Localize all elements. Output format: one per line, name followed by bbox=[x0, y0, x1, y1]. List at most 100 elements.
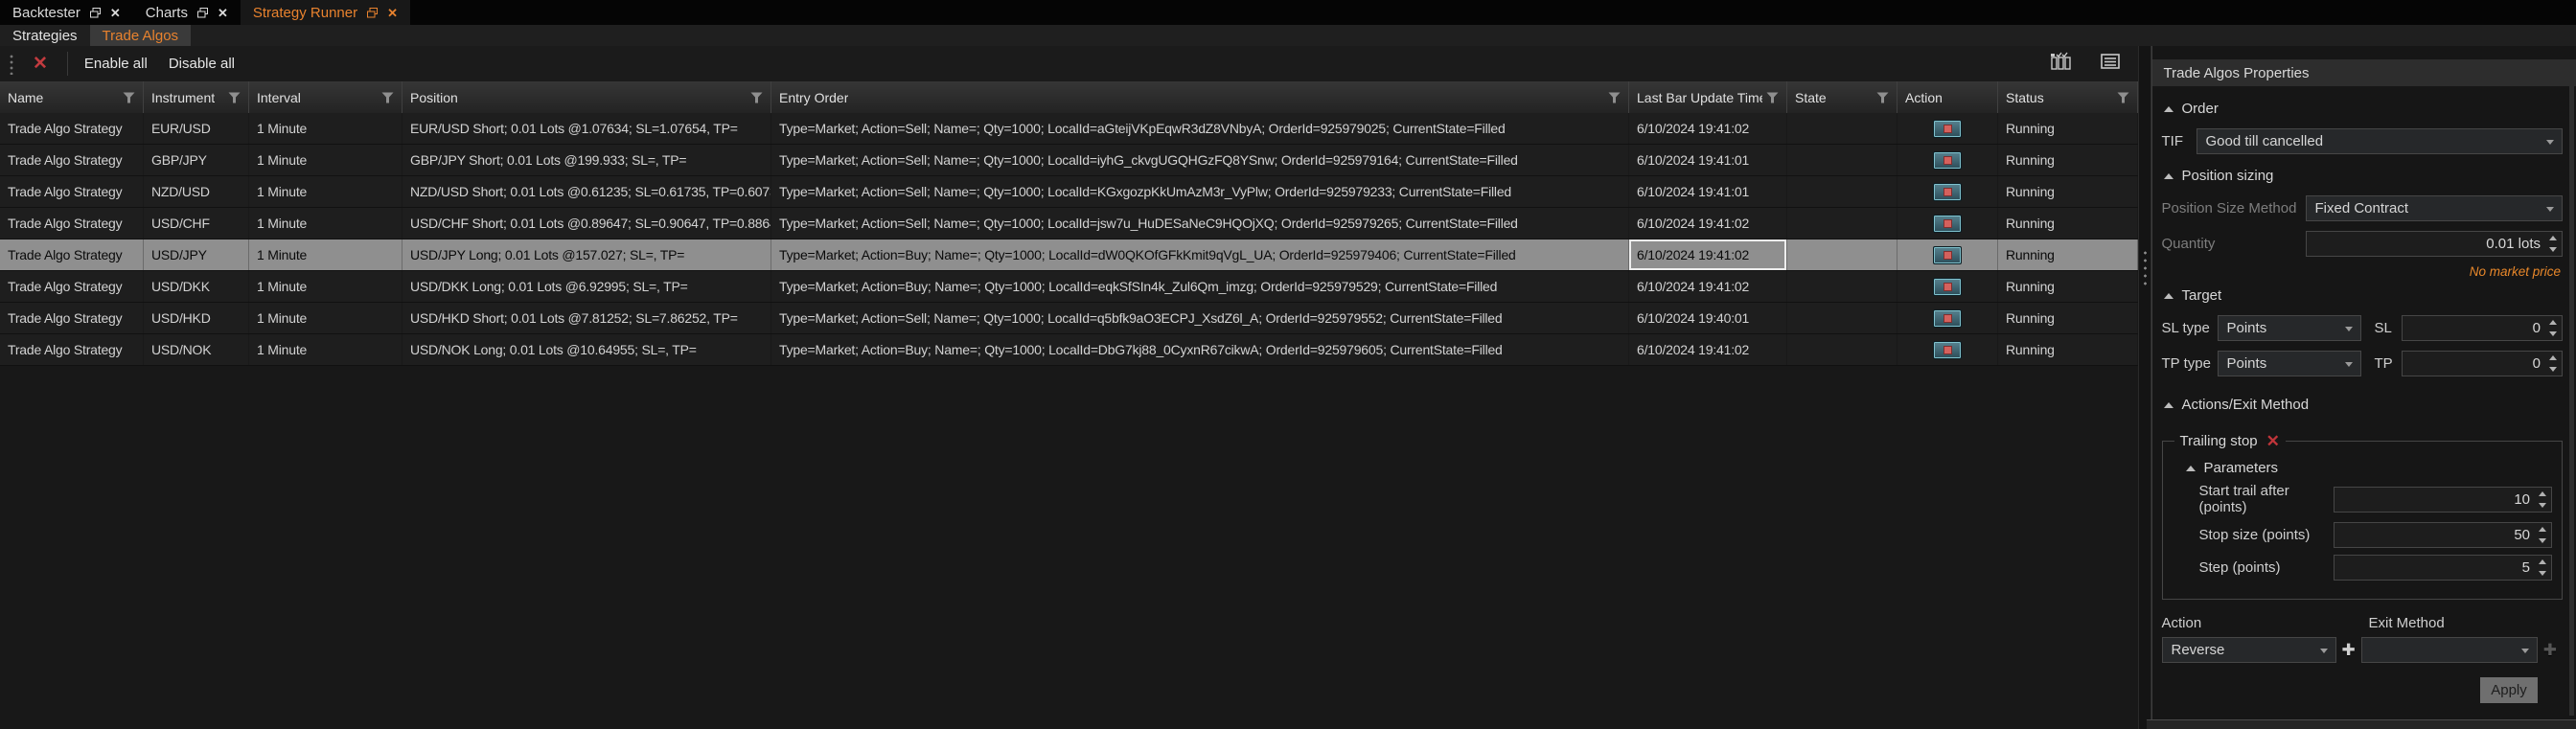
table-row[interactable]: Trade Algo StrategyUSD/HKD1 MinuteUSD/HK… bbox=[0, 303, 2138, 334]
panel-splitter[interactable] bbox=[2138, 46, 2151, 729]
exit-method-dropdown[interactable] bbox=[2361, 637, 2538, 663]
column-header-last_update[interactable]: Last Bar Update Time bbox=[1629, 81, 1787, 113]
section-target[interactable]: Target bbox=[2164, 287, 2564, 304]
tab-backtester[interactable]: Backtester ✕ bbox=[0, 0, 133, 25]
filter-icon[interactable] bbox=[1766, 92, 1779, 103]
column-header-position[interactable]: Position bbox=[402, 81, 771, 113]
cell-action[interactable] bbox=[1898, 303, 1998, 333]
table-row[interactable]: Trade Algo StrategyEUR/USD1 MinuteEUR/US… bbox=[0, 113, 2138, 145]
sl-type-dropdown[interactable]: Points bbox=[2218, 315, 2361, 341]
apply-button[interactable]: Apply bbox=[2480, 677, 2538, 703]
stop-strategy-button[interactable] bbox=[1933, 246, 1962, 264]
table-row[interactable]: Trade Algo StrategyUSD/NOK1 MinuteUSD/NO… bbox=[0, 334, 2138, 366]
tab-strategy-runner[interactable]: Strategy Runner ✕ bbox=[241, 0, 410, 25]
stepper-arrows-icon[interactable] bbox=[2537, 527, 2548, 543]
column-label: Last Bar Update Time bbox=[1637, 90, 1762, 105]
filter-icon[interactable] bbox=[1876, 92, 1889, 103]
section-actions-exit-method[interactable]: Actions/Exit Method bbox=[2164, 397, 2564, 413]
stop-strategy-button[interactable] bbox=[1933, 151, 1962, 170]
stop-size-value: 50 bbox=[2514, 527, 2530, 543]
toolbar-drag-handle-icon[interactable] bbox=[10, 54, 13, 75]
stop-strategy-button[interactable] bbox=[1933, 183, 1962, 201]
tp-type-dropdown[interactable]: Points bbox=[2218, 351, 2361, 376]
tp-type-label: TP type bbox=[2162, 355, 2218, 372]
table-row[interactable]: Trade Algo StrategyUSD/DKK1 MinuteUSD/DK… bbox=[0, 271, 2138, 303]
cell-action[interactable] bbox=[1898, 113, 1998, 144]
tp-stepper[interactable]: 0 bbox=[2402, 351, 2564, 376]
stepper-arrows-icon[interactable] bbox=[2547, 320, 2559, 336]
position-size-method-dropdown[interactable]: Fixed Contract bbox=[2306, 195, 2564, 221]
cell-action[interactable] bbox=[1898, 334, 1998, 365]
filter-icon[interactable] bbox=[228, 92, 241, 103]
stepper-arrows-icon[interactable] bbox=[2547, 355, 2559, 372]
add-action-icon[interactable]: ✚ bbox=[2342, 641, 2356, 660]
cell-position: EUR/USD Short; 0.01 Lots @1.07634; SL=1.… bbox=[402, 113, 771, 144]
stop-strategy-button[interactable] bbox=[1933, 278, 1962, 296]
remove-strategy-icon[interactable]: ✕ bbox=[25, 55, 56, 73]
stop-strategy-button[interactable] bbox=[1933, 215, 1962, 233]
cell-instrument: USD/HKD bbox=[144, 303, 249, 333]
stop-size-stepper[interactable]: 50 bbox=[2334, 522, 2552, 548]
table-row[interactable]: Trade Algo StrategyGBP/JPY1 MinuteGBP/JP… bbox=[0, 145, 2138, 176]
stop-strategy-button[interactable] bbox=[1933, 309, 1962, 328]
cell-action[interactable] bbox=[1898, 208, 1998, 239]
action-dropdown[interactable]: Reverse bbox=[2162, 637, 2336, 663]
close-icon[interactable]: ✕ bbox=[110, 7, 121, 19]
start-trail-stepper[interactable]: 10 bbox=[2334, 487, 2552, 513]
tab-charts[interactable]: Charts ✕ bbox=[133, 0, 241, 25]
step-stepper[interactable]: 5 bbox=[2334, 555, 2552, 581]
collapse-icon bbox=[2186, 466, 2196, 471]
sl-stepper[interactable]: 0 bbox=[2402, 315, 2564, 341]
tab-strategies[interactable]: Strategies bbox=[0, 25, 90, 46]
column-header-entry_order[interactable]: Entry Order bbox=[771, 81, 1629, 113]
column-label: Entry Order bbox=[779, 90, 848, 105]
restore-icon[interactable] bbox=[366, 7, 379, 19]
stepper-arrows-icon[interactable] bbox=[2537, 559, 2548, 576]
column-header-status[interactable]: Status bbox=[1998, 81, 2138, 113]
remove-trailing-stop-icon[interactable]: ✕ bbox=[2266, 433, 2280, 449]
filter-icon[interactable] bbox=[1608, 92, 1621, 103]
filter-icon[interactable] bbox=[381, 92, 394, 103]
cell-state bbox=[1787, 113, 1898, 144]
column-chooser-icon[interactable] bbox=[2042, 52, 2081, 76]
quantity-stepper[interactable]: 0.01 lots bbox=[2306, 231, 2564, 257]
tif-dropdown[interactable]: Good till cancelled bbox=[2196, 128, 2564, 154]
column-header-name[interactable]: Name bbox=[0, 81, 144, 113]
row-layout-icon[interactable] bbox=[2092, 52, 2128, 76]
quantity-label: Quantity bbox=[2162, 236, 2306, 252]
filter-icon[interactable] bbox=[123, 92, 135, 103]
column-header-state[interactable]: State bbox=[1787, 81, 1898, 113]
tif-label: TIF bbox=[2162, 133, 2196, 149]
table-row[interactable]: Trade Algo StrategyUSD/CHF1 MinuteUSD/CH… bbox=[0, 208, 2138, 239]
table-row[interactable]: Trade Algo StrategyUSD/JPY1 MinuteUSD/JP… bbox=[0, 239, 2138, 271]
cell-action[interactable] bbox=[1898, 176, 1998, 207]
cell-action[interactable] bbox=[1898, 271, 1998, 302]
section-position-sizing[interactable]: Position sizing bbox=[2164, 168, 2564, 184]
stepper-arrows-icon[interactable] bbox=[2547, 236, 2559, 252]
cell-action[interactable] bbox=[1898, 145, 1998, 175]
filter-icon[interactable] bbox=[2117, 92, 2129, 103]
cell-action[interactable] bbox=[1898, 239, 1998, 270]
column-header-interval[interactable]: Interval bbox=[249, 81, 402, 113]
restore-icon[interactable] bbox=[89, 7, 102, 19]
stop-icon bbox=[1944, 251, 1952, 260]
cell-position: USD/CHF Short; 0.01 Lots @0.89647; SL=0.… bbox=[402, 208, 771, 239]
tab-trade-algos[interactable]: Trade Algos bbox=[90, 25, 192, 46]
disable-all-button[interactable]: Disable all bbox=[164, 56, 240, 72]
sl-type-label: SL type bbox=[2162, 320, 2218, 336]
enable-all-button[interactable]: Enable all bbox=[80, 56, 152, 72]
column-header-action[interactable]: Action bbox=[1898, 81, 1998, 113]
section-parameters[interactable]: Parameters bbox=[2186, 460, 2553, 476]
stepper-arrows-icon[interactable] bbox=[2537, 491, 2548, 508]
stop-strategy-button[interactable] bbox=[1933, 120, 1962, 138]
close-icon[interactable]: ✕ bbox=[387, 7, 398, 19]
panel-scrollbar[interactable] bbox=[2569, 86, 2574, 716]
restore-icon[interactable] bbox=[196, 7, 209, 19]
stop-strategy-button[interactable] bbox=[1933, 341, 1962, 359]
table-row[interactable]: Trade Algo StrategyNZD/USD1 MinuteNZD/US… bbox=[0, 176, 2138, 208]
column-header-instrument[interactable]: Instrument bbox=[144, 81, 249, 113]
tp-label: TP bbox=[2375, 355, 2402, 372]
filter-icon[interactable] bbox=[750, 92, 763, 103]
close-icon[interactable]: ✕ bbox=[218, 7, 228, 19]
section-order[interactable]: Order bbox=[2164, 101, 2564, 117]
